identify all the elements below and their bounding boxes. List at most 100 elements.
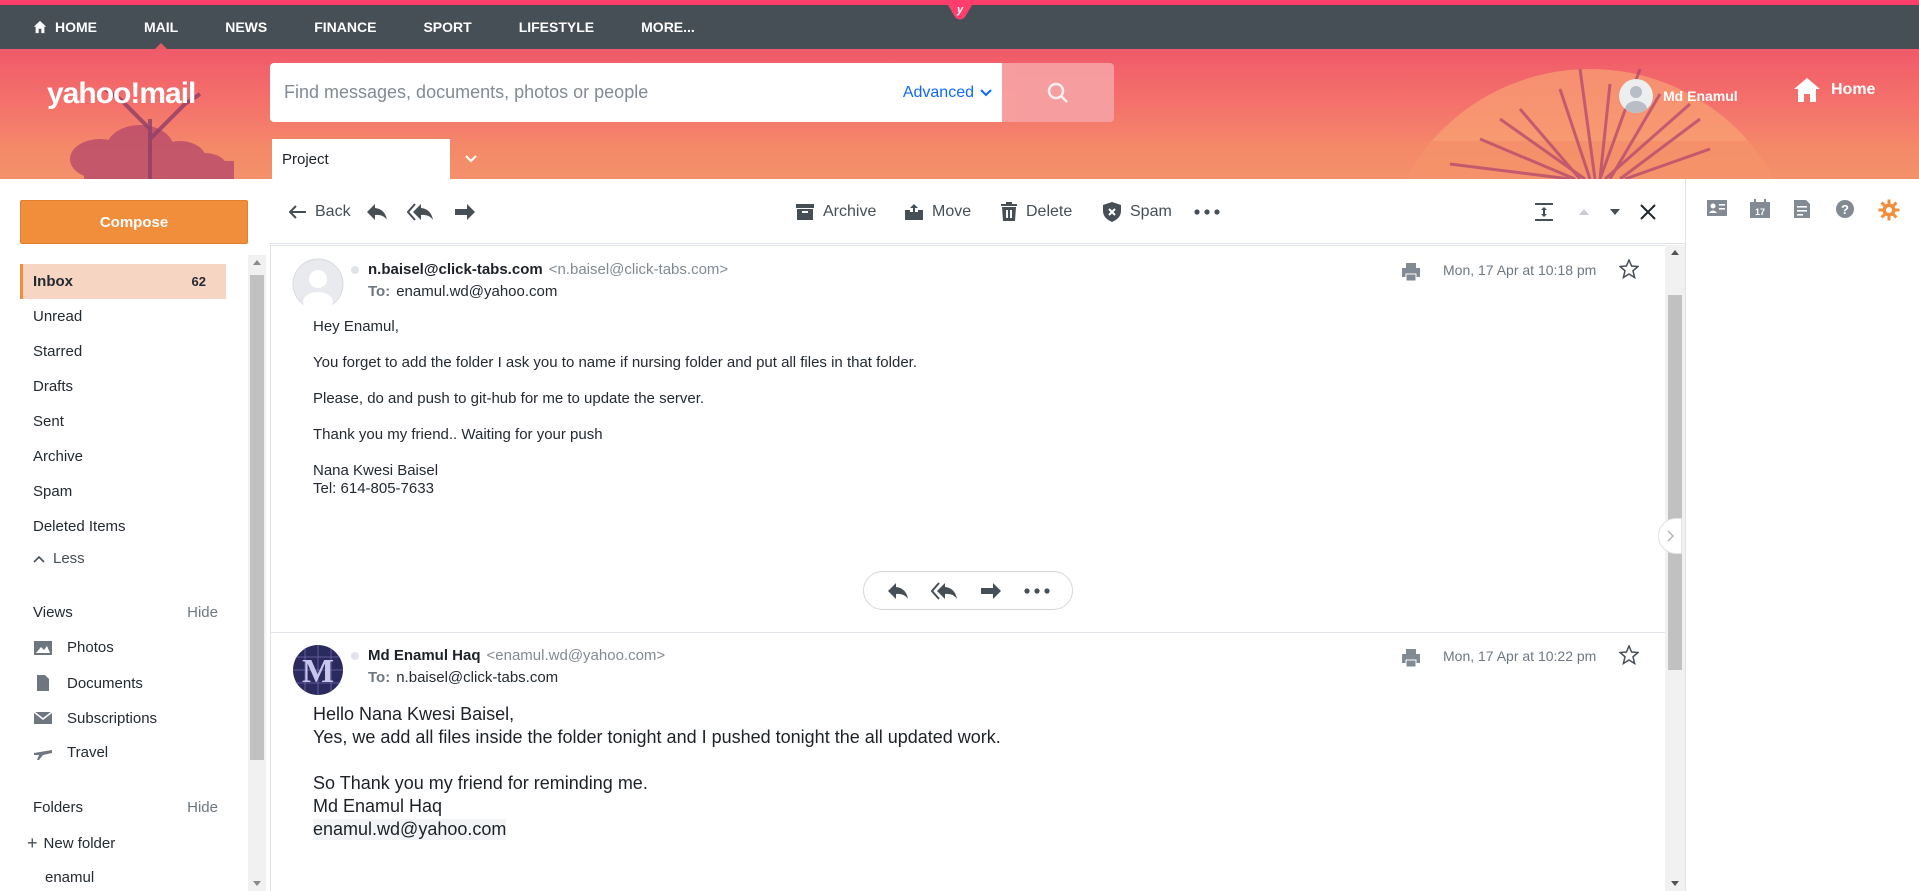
nav-sport[interactable]: SPORT <box>423 5 471 49</box>
nav-finance[interactable]: FINANCE <box>314 5 376 49</box>
contacts-icon[interactable] <box>1706 199 1749 221</box>
star-icon[interactable] <box>1619 259 1639 279</box>
views-hide-button[interactable]: Hide <box>187 604 218 621</box>
sidebar-item-label: Spam <box>33 483 73 500</box>
close-button[interactable] <box>1640 179 1664 244</box>
recipient-email[interactable]: enamul.wd@yahoo.com <box>396 283 557 300</box>
reply-all-button[interactable] <box>930 581 959 601</box>
sidebar-item-label: Inbox <box>33 273 73 290</box>
delete-button[interactable]: Delete <box>1000 179 1072 244</box>
settings-gear-icon[interactable] <box>1878 199 1919 221</box>
sidebar-item-enamul[interactable]: enamul <box>45 869 94 886</box>
view-label: Travel <box>67 744 109 761</box>
sender-name[interactable]: Md Enamul Haq <box>368 647 481 664</box>
calendar-icon[interactable]: 17 <box>1749 199 1792 221</box>
user-silhouette-icon <box>1625 86 1647 113</box>
reply-icon <box>888 582 909 599</box>
view-photos[interactable]: Photos <box>33 639 114 656</box>
quick-reply-bar <box>863 571 1073 610</box>
close-icon <box>1640 203 1656 220</box>
star-icon[interactable] <box>1619 645 1639 665</box>
nav-home[interactable]: HOME <box>33 5 97 49</box>
notepad-icon[interactable] <box>1792 199 1835 221</box>
less-toggle[interactable]: Less <box>33 550 85 567</box>
recipient-email[interactable]: n.baisel@click-tabs.com <box>396 669 558 686</box>
avatar[interactable] <box>292 258 344 310</box>
next-message-button[interactable] <box>1608 179 1630 244</box>
spam-label: Spam <box>1130 202 1172 220</box>
reply-all-button[interactable] <box>407 179 443 244</box>
view-travel[interactable]: Travel <box>33 744 108 761</box>
home-button[interactable]: Home <box>1793 77 1875 103</box>
sender-name[interactable]: n.baisel@click-tabs.com <box>368 261 543 278</box>
compose-button[interactable]: Compose <box>20 200 248 244</box>
sender-line: Md Enamul Haq <enamul.wd@yahoo.com> <box>368 647 665 664</box>
search-input[interactable] <box>270 63 903 122</box>
sidebar-scrollbar-thumb[interactable] <box>250 275 264 760</box>
unread-dot[interactable] <box>351 652 359 660</box>
folders-hide-button[interactable]: Hide <box>187 799 218 816</box>
sidebar-scrollbar[interactable] <box>248 255 266 891</box>
nav-more[interactable]: MORE... <box>641 5 695 49</box>
tab-project[interactable]: Project <box>272 139 450 179</box>
nav-mail[interactable]: MAIL <box>144 5 178 49</box>
view-subscriptions[interactable]: Subscriptions <box>33 709 157 727</box>
nav-finance-label: FINANCE <box>314 19 377 35</box>
message-body-line: Tel: 614-805-7633 <box>313 480 434 497</box>
back-button[interactable]: Back <box>289 179 351 244</box>
more-actions-button[interactable] <box>1024 587 1050 594</box>
nav-lifestyle[interactable]: LIFESTYLE <box>519 5 594 49</box>
sidebar-item-inbox[interactable]: Inbox 62 <box>20 264 226 299</box>
nav-sport-label: SPORT <box>423 19 472 35</box>
message-body-line: Hello Nana Kwesi Baisel, <box>313 704 515 724</box>
archive-button[interactable]: Archive <box>795 179 876 244</box>
print-icon[interactable] <box>1401 262 1421 282</box>
message-divider <box>271 632 1665 633</box>
sidebar-item-drafts[interactable]: Drafts <box>20 369 226 404</box>
print-icon[interactable] <box>1401 648 1421 668</box>
forward-button[interactable] <box>453 179 485 244</box>
move-icon <box>905 203 923 220</box>
help-icon[interactable]: ? <box>1835 199 1878 221</box>
move-label: Move <box>932 202 972 220</box>
new-folder-button[interactable]: + New folder <box>27 833 115 854</box>
sidebar-item-starred[interactable]: Starred <box>20 334 226 369</box>
scroll-down-arrow-icon[interactable] <box>248 877 266 891</box>
tab-dropdown-button[interactable] <box>456 148 486 170</box>
message-scrollbar-thumb[interactable] <box>1668 295 1682 670</box>
view-documents[interactable]: Documents <box>33 674 143 692</box>
advanced-search-button[interactable]: Advanced <box>903 84 992 102</box>
sidebar-item-unread[interactable]: Unread <box>20 299 226 334</box>
yahoo-mail-logo[interactable]: yahoo!mail <box>47 77 196 111</box>
message-scrollbar[interactable] <box>1665 245 1685 891</box>
chevron-right-icon <box>1667 530 1674 542</box>
user-profile-button[interactable]: Md Enamul <box>1619 79 1738 113</box>
search-button[interactable] <box>1002 63 1114 122</box>
scroll-up-arrow-icon[interactable] <box>1665 245 1685 259</box>
message-date: Mon, 17 Apr at 10:18 pm <box>1443 262 1597 278</box>
more-actions-button[interactable] <box>1194 179 1228 244</box>
expand-collapse-button[interactable] <box>1534 179 1562 244</box>
reply-button[interactable] <box>886 581 910 601</box>
nav-mail-label: MAIL <box>144 19 179 35</box>
sidebar-item-sent[interactable]: Sent <box>20 404 226 439</box>
message-body-line: Hey Enamul, <box>313 318 399 335</box>
forward-button[interactable] <box>979 581 1003 601</box>
unread-count-badge: 62 <box>191 274 206 289</box>
message-body-line[interactable]: enamul.wd@yahoo.com <box>313 819 507 840</box>
nav-news[interactable]: NEWS <box>225 5 267 49</box>
move-button[interactable]: Move <box>904 179 971 244</box>
spam-button[interactable]: Spam <box>1102 179 1172 244</box>
to-label: To: <box>368 669 391 686</box>
avatar[interactable]: M <box>292 644 344 696</box>
view-label: Subscriptions <box>67 709 158 727</box>
sidebar-item-archive[interactable]: Archive <box>20 439 226 474</box>
scroll-up-arrow-icon[interactable] <box>248 255 266 269</box>
scroll-down-arrow-icon[interactable] <box>1665 877 1685 891</box>
unread-dot[interactable] <box>351 266 359 274</box>
sidebar-item-spam[interactable]: Spam <box>20 474 226 509</box>
yahoo-badge-icon[interactable]: y <box>945 0 975 22</box>
reply-button[interactable] <box>365 179 397 244</box>
previous-message-button[interactable] <box>1577 179 1599 244</box>
sidebar-item-deleted[interactable]: Deleted Items <box>20 509 226 544</box>
